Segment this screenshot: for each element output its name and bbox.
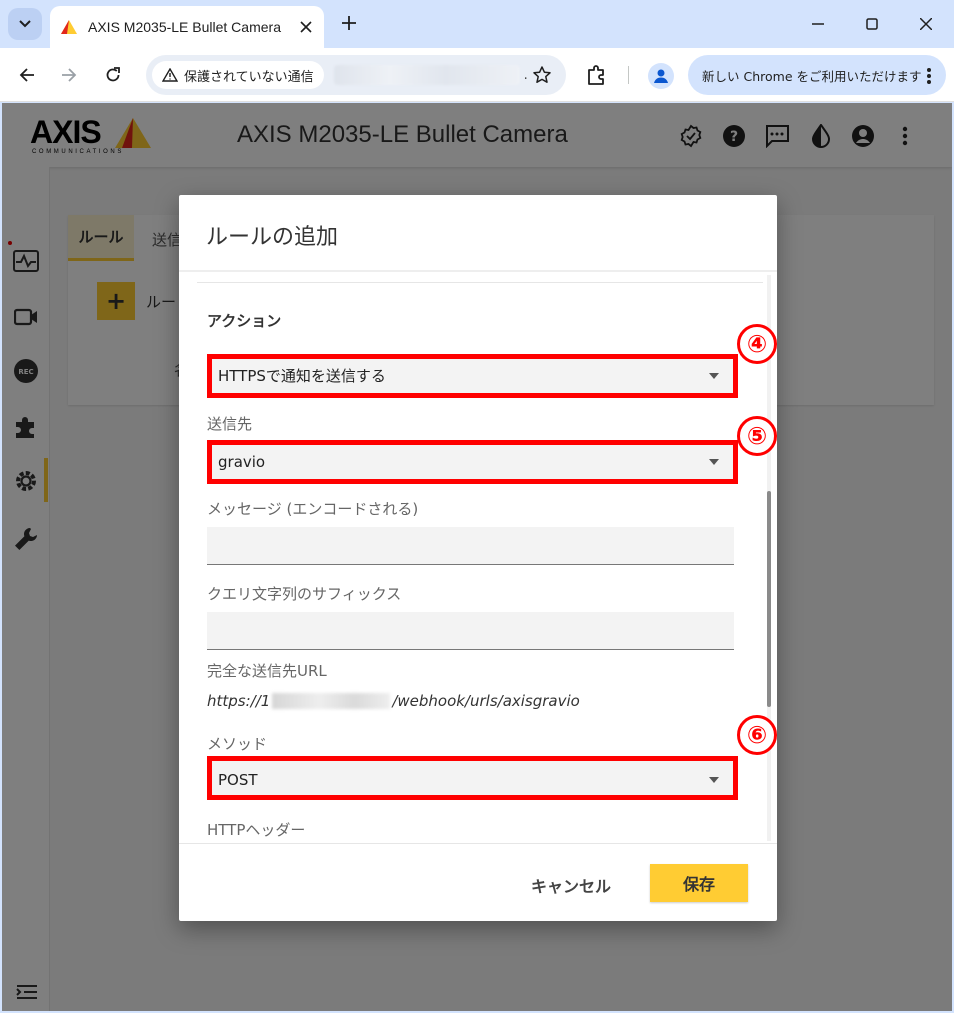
arrow-right-icon: [62, 68, 77, 82]
browser-tab-bar: AXIS M2035-LE Bullet Camera: [0, 0, 954, 48]
dialog-body-divider: [197, 282, 763, 283]
maximize-icon: [866, 18, 878, 30]
arrow-left-icon: [19, 68, 34, 82]
chevron-down-icon: [19, 20, 31, 28]
extensions-puzzle-icon[interactable]: [584, 62, 610, 88]
tab-title: AXIS M2035-LE Bullet Camera: [88, 19, 281, 35]
caret-down-icon: [709, 458, 719, 465]
reload-button[interactable]: [98, 60, 128, 90]
address-bar[interactable]: 保護されていない通信 .: [146, 55, 566, 95]
add-rule-dialog: ルールの追加 アクション HTTPSで通知を送信する ④ 送信先 gravio …: [179, 195, 777, 921]
annotation-number-6: ⑥: [737, 715, 777, 755]
save-button[interactable]: 保存: [650, 864, 748, 902]
chrome-update-chip[interactable]: 新しい Chrome をご利用いただけます: [688, 55, 946, 95]
annotation-number-4: ④: [737, 324, 777, 364]
url-text-blurred: [333, 65, 520, 85]
warning-icon: [162, 68, 178, 82]
profile-avatar-icon[interactable]: [648, 63, 674, 89]
full-url-value: https://1 /webhook/urls/axisgravio: [207, 692, 580, 710]
forward-button[interactable]: [54, 60, 84, 90]
close-window-button[interactable]: [914, 12, 938, 36]
dialog-scrollbar-thumb[interactable]: [767, 491, 771, 707]
back-button[interactable]: [12, 60, 42, 90]
tab-search-button[interactable]: [8, 8, 42, 40]
reload-icon: [106, 67, 120, 82]
minimize-icon: [812, 23, 824, 25]
dialog-title: ルールの追加: [206, 225, 339, 250]
toolbar-separator: [628, 66, 629, 84]
dialog-footer-divider: [179, 843, 777, 844]
recipient-select[interactable]: gravio: [207, 443, 734, 481]
query-suffix-label: クエリ文字列のサフィックス: [207, 585, 402, 603]
query-suffix-input[interactable]: [207, 612, 734, 650]
message-label: メッセージ (エンコードされる): [207, 500, 419, 518]
kebab-menu-icon[interactable]: [926, 67, 932, 85]
axis-favicon-icon: [60, 19, 78, 35]
method-select[interactable]: POST: [207, 761, 734, 799]
caret-down-icon: [709, 776, 719, 783]
url-trailing: .: [523, 67, 528, 83]
http-header-label: HTTPヘッダー: [207, 821, 306, 839]
dialog-header-divider: [179, 270, 777, 272]
maximize-button[interactable]: [860, 12, 884, 36]
browser-tab[interactable]: AXIS M2035-LE Bullet Camera: [50, 6, 324, 48]
security-chip[interactable]: 保護されていない通信: [152, 61, 324, 89]
bookmark-star-icon[interactable]: [532, 65, 552, 85]
full-url-label: 完全な送信先URL: [207, 662, 327, 680]
browser-toolbar: 保護されていない通信 . 新しい Chrome をご利用いただけます: [0, 48, 954, 102]
url-masked-region: [272, 693, 391, 709]
chrome-update-text: 新しい Chrome をご利用いただけます: [702, 68, 922, 84]
close-icon: [920, 18, 932, 30]
caret-down-icon: [709, 372, 719, 379]
plus-icon: [342, 16, 356, 30]
action-select[interactable]: HTTPSで通知を送信する: [207, 357, 734, 395]
new-tab-button[interactable]: [336, 10, 362, 36]
annotation-number-5: ⑤: [737, 416, 777, 456]
message-input[interactable]: [207, 527, 734, 565]
cancel-button[interactable]: キャンセル: [531, 873, 611, 897]
recipient-label: 送信先: [207, 415, 253, 433]
action-section-title: アクション: [207, 312, 282, 330]
minimize-button[interactable]: [806, 12, 830, 36]
method-label: メソッド: [207, 735, 268, 753]
tab-close-icon[interactable]: [298, 19, 314, 35]
security-label: 保護されていない通信: [184, 69, 314, 85]
